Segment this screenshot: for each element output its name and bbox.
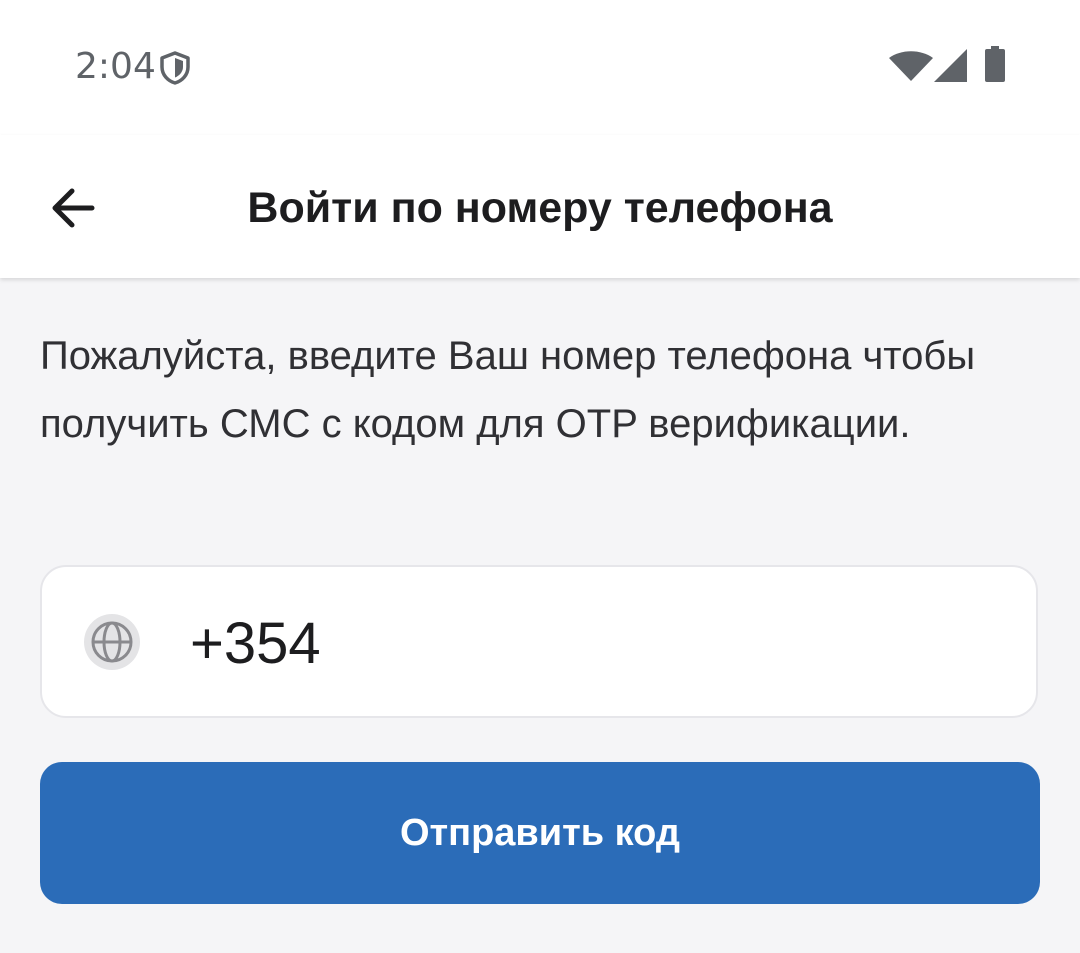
page-title: Войти по номеру телефона (247, 184, 833, 232)
phone-input[interactable] (190, 613, 990, 675)
phone-field[interactable] (40, 565, 1038, 718)
battery-icon (985, 46, 1005, 82)
signal-icon (934, 49, 967, 82)
wifi-icon (889, 51, 933, 81)
shield-icon (160, 51, 190, 85)
send-code-button[interactable]: Отправить код (40, 762, 1040, 904)
status-bar: 2:04 (0, 0, 1080, 135)
globe-icon[interactable] (82, 612, 142, 672)
instruction-text: Пожалуйста, введите Ваш номер телефона ч… (40, 334, 976, 446)
status-time: 2:04 (75, 46, 156, 87)
app-bar: Войти по номеру телефона (0, 135, 1080, 278)
